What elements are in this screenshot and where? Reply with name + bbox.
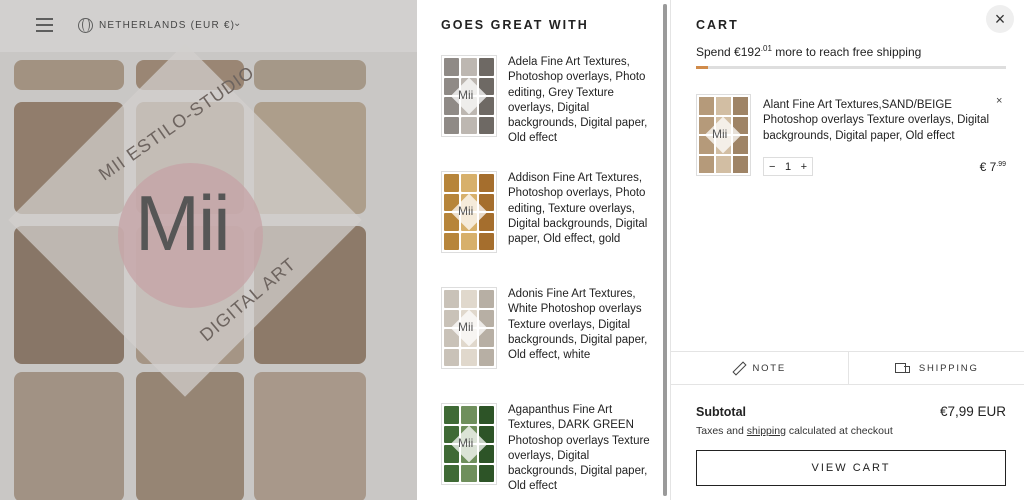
texture-swatch — [461, 406, 477, 424]
note-button[interactable]: NOTE — [671, 352, 849, 384]
texture-swatch — [461, 232, 477, 250]
texture-swatch — [733, 155, 748, 173]
thumbnail-logo-text: Mii — [712, 127, 728, 141]
texture-swatch — [444, 406, 460, 424]
shipping-amount-cents: .01 — [760, 44, 772, 53]
shipping-message-prefix: Spend — [696, 45, 731, 59]
decrease-quantity-button[interactable]: − — [769, 161, 775, 173]
cart-tools: NOTE SHIPPING — [671, 351, 1024, 385]
quantity-stepper[interactable]: − 1 + — [763, 157, 813, 176]
shipping-amount: 192 — [740, 45, 761, 59]
increase-quantity-button[interactable]: + — [801, 161, 807, 173]
texture-swatch — [444, 116, 460, 134]
texture-swatch — [461, 174, 477, 192]
free-shipping-message: Spend €192.01 more to reach free shippin… — [696, 44, 921, 59]
texture-swatch — [478, 232, 494, 250]
cart-item-price: € 7.99 — [966, 160, 1006, 174]
thumbnail-logo-text: Mii — [458, 204, 474, 218]
texture-swatch — [444, 464, 460, 482]
texture-swatch — [478, 58, 494, 76]
texture-swatch — [444, 348, 460, 366]
shipping-message-suffix: more to reach free shipping — [775, 45, 922, 59]
texture-swatch — [461, 58, 477, 76]
texture-swatch — [716, 155, 731, 173]
texture-swatch — [461, 348, 477, 366]
shipping-policy-link[interactable]: shipping — [747, 425, 786, 437]
texture-swatch — [699, 97, 714, 115]
thumbnail-logo-text: Mii — [458, 436, 474, 450]
texture-swatch — [461, 116, 477, 134]
texture-swatch — [444, 174, 460, 192]
pencil-icon — [732, 362, 744, 374]
shipping-currency: € — [734, 45, 741, 59]
remove-item-icon[interactable]: × — [996, 95, 1002, 107]
view-cart-button[interactable]: VIEW CART — [696, 450, 1006, 486]
texture-swatch — [444, 232, 460, 250]
upsell-item-title[interactable]: Adonis Fine Art Textures, White Photosho… — [508, 287, 658, 363]
cart-line-item: Mii Alant Fine Art Textures,SAND/BEIGE P… — [696, 94, 1006, 184]
upsell-item-title[interactable]: Adela Fine Art Textures, Photoshop overl… — [508, 55, 658, 147]
scrollbar-thumb[interactable] — [663, 4, 667, 496]
item-price-cents: .99 — [996, 161, 1006, 168]
modal-overlay[interactable] — [0, 0, 417, 500]
texture-swatch — [478, 174, 494, 192]
upsell-item[interactable]: Mii Adela Fine Art Textures, Photoshop o… — [441, 55, 656, 155]
texture-swatch — [716, 97, 731, 115]
tax-note-prefix: Taxes and — [696, 425, 744, 437]
tax-note-suffix: calculated at checkout — [788, 425, 893, 437]
texture-swatch — [478, 116, 494, 134]
shipping-progress-bar — [696, 66, 1006, 69]
cart-drawer: CART × Spend €192.01 more to reach free … — [670, 0, 1024, 500]
subtotal-label: Subtotal — [696, 405, 746, 419]
texture-swatch — [461, 464, 477, 482]
upsell-item[interactable]: Mii Agapanthus Fine Art Textures, DARK G… — [441, 403, 656, 500]
texture-swatch — [478, 406, 494, 424]
subtotal-value: €7,99 EUR — [939, 404, 1006, 419]
tax-note: Taxes and shipping calculated at checkou… — [696, 425, 893, 437]
note-label: NOTE — [752, 362, 787, 374]
quantity-value[interactable]: 1 — [785, 161, 791, 173]
close-icon[interactable]: × — [986, 5, 1014, 33]
truck-icon — [894, 362, 911, 374]
texture-swatch — [444, 58, 460, 76]
cart-item-title[interactable]: Alant Fine Art Textures,SAND/BEIGE Photo… — [763, 98, 1001, 144]
thumbnail-logo-text: Mii — [458, 88, 474, 102]
upsell-item-title[interactable]: Agapanthus Fine Art Textures, DARK GREEN… — [508, 403, 658, 495]
texture-swatch — [478, 348, 494, 366]
texture-swatch — [478, 464, 494, 482]
store-page-background: NETHERLANDS (EUR €) ⌄ Mii MII ESTILO-STU… — [0, 0, 417, 500]
shipping-label: SHIPPING — [918, 362, 979, 374]
upsell-item[interactable]: Mii Addison Fine Art Textures, Photoshop… — [441, 171, 656, 271]
upsell-item[interactable]: Mii Adonis Fine Art Textures, White Phot… — [441, 287, 656, 387]
upsell-panel: GOES GREAT WITH Mii Adela Fine Art Textu… — [417, 0, 670, 500]
texture-swatch — [733, 97, 748, 115]
shipping-progress-fill — [696, 66, 709, 69]
item-price-main: € 7 — [979, 160, 997, 174]
upsell-title: GOES GREAT WITH — [441, 18, 589, 32]
cart-title: CART — [696, 18, 739, 32]
texture-swatch — [461, 290, 477, 308]
thumbnail-logo-text: Mii — [458, 320, 474, 334]
upsell-item-title[interactable]: Addison Fine Art Textures, Photoshop ove… — [508, 171, 658, 247]
texture-swatch — [478, 290, 494, 308]
texture-swatch — [699, 155, 714, 173]
texture-swatch — [444, 290, 460, 308]
shipping-button[interactable]: SHIPPING — [849, 352, 1024, 384]
